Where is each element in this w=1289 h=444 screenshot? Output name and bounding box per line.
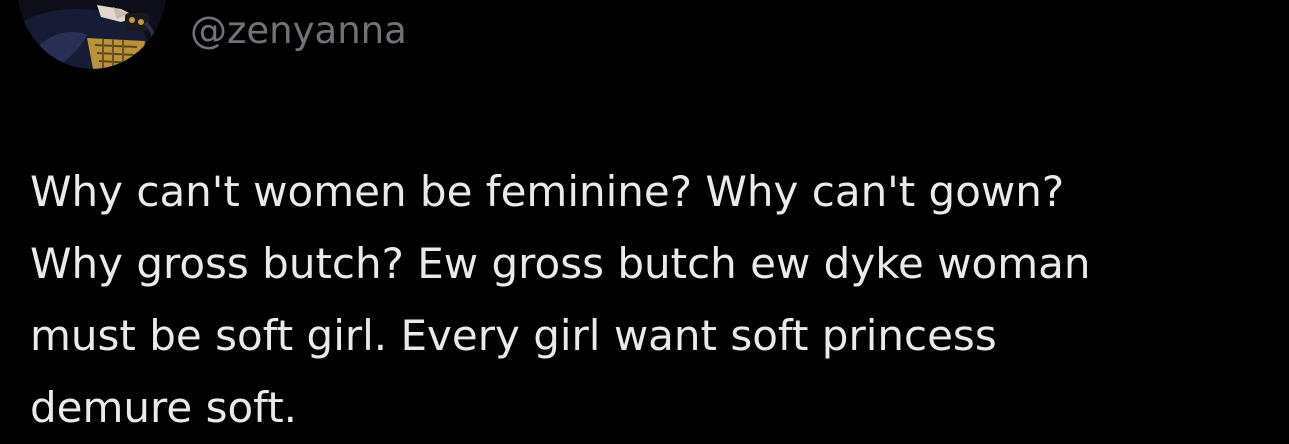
- tweet-text-line: Why gross butch? Ew gross butch ew dyke …: [30, 239, 1091, 288]
- tweet-text-line: must be soft girl. Every girl want soft …: [30, 311, 997, 360]
- tweet: @zenyanna Why can't women be feminine? W…: [0, 0, 1289, 432]
- tweet-text-line: Why can't women be feminine? Why can't g…: [30, 167, 1065, 216]
- user-handle[interactable]: @zenyanna: [190, 6, 407, 56]
- tweet-text: Why can't women be feminine? Why can't g…: [30, 156, 1280, 444]
- tweet-text-line: demure soft.: [30, 383, 298, 432]
- avatar[interactable]: [17, 0, 167, 69]
